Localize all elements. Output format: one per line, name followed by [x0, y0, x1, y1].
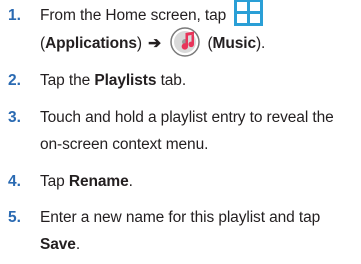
step-text: Enter a new name for this playlist and t… [40, 209, 321, 253]
step-text: Tap Rename. [40, 173, 133, 190]
applications-icon [234, 0, 264, 27]
arrow-icon: ➔ [148, 35, 162, 53]
step-1-text: From the Home screen, tap [40, 7, 227, 24]
step-number: 4. [8, 173, 21, 190]
step-text: Tap the Playlists tab. [40, 72, 187, 89]
step-1-line-2: (Applications) ➔ (Music). [40, 27, 358, 57]
step-number: 1. [8, 7, 21, 24]
rename-label: Rename [68, 173, 129, 190]
music-label: Music [212, 35, 257, 53]
instruction-steps: 1. From the Home screen, tap (Applicatio… [0, 0, 361, 264]
step-text: Touch and hold a playlist entry to revea… [40, 109, 334, 153]
save-label: Save [40, 236, 76, 253]
music-icon [170, 27, 201, 57]
step-number: 2. [8, 72, 21, 89]
step-number: 3. [8, 109, 21, 126]
step-number: 5. [8, 209, 21, 226]
step-1-line-1: From the Home screen, tap [40, 0, 358, 29]
step-text: From the Home screen, tap (Applications)… [40, 0, 358, 57]
playlists-label: Playlists [94, 72, 157, 89]
applications-label: Applications [45, 35, 137, 53]
